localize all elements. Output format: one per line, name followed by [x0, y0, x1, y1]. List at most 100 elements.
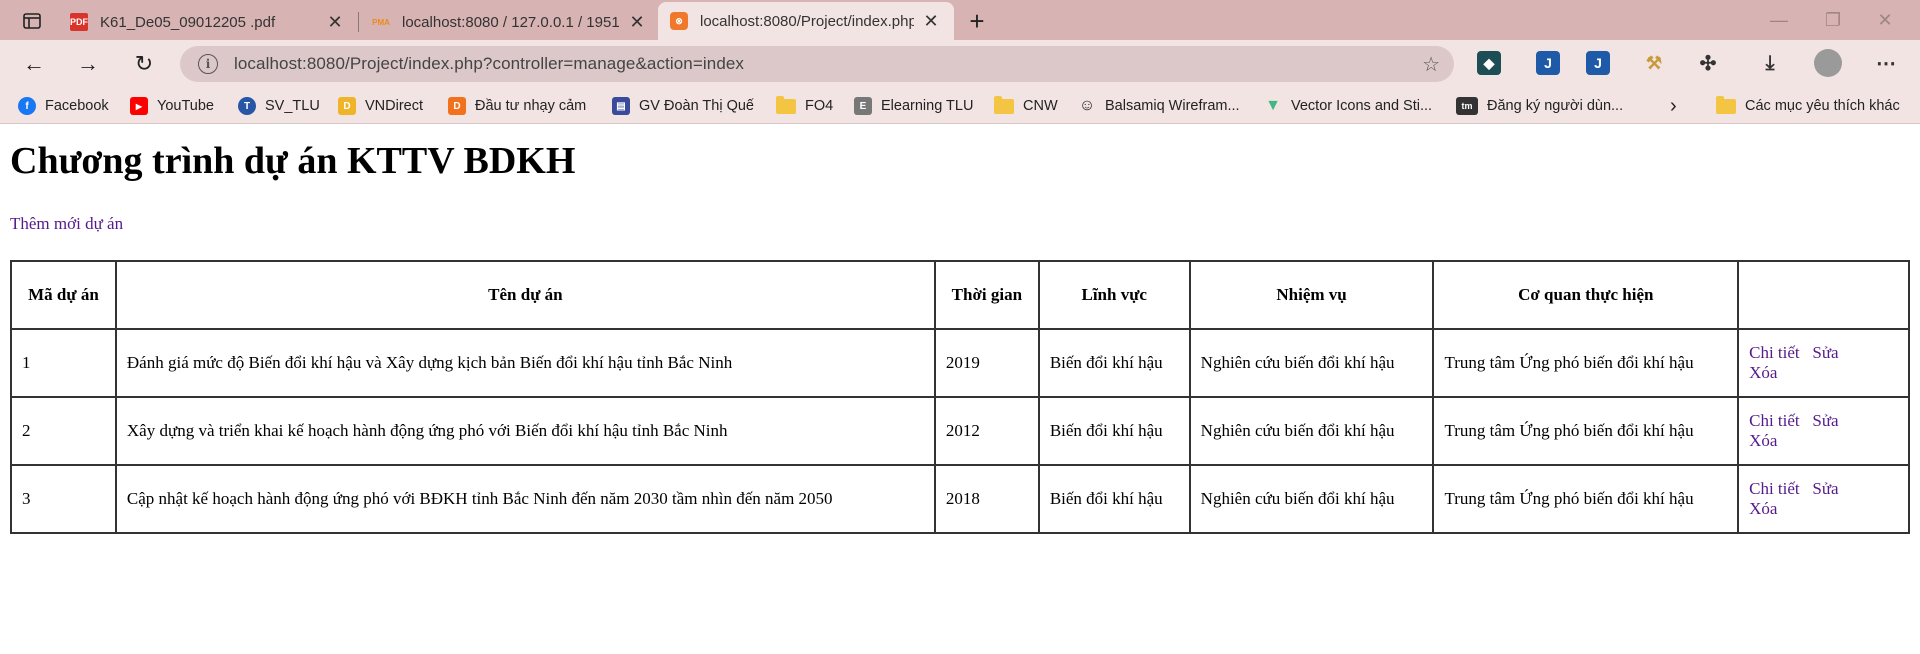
- header-name: Tên dự án: [114, 260, 936, 330]
- cell-actions: Chi tiết Sửa Xóa: [1737, 464, 1910, 534]
- info-icon[interactable]: i: [198, 54, 218, 74]
- tlu-icon: T: [238, 97, 256, 115]
- cell-field: Biến đổi khí hậu: [1037, 464, 1191, 534]
- detail-link[interactable]: Chi tiết: [1749, 343, 1800, 362]
- folder-icon: [776, 95, 796, 114]
- edit-link[interactable]: Sửa: [1812, 479, 1838, 498]
- bookmark-label: GV Đoàn Thị Quế: [639, 98, 754, 114]
- header-actions: [1737, 260, 1910, 330]
- close-icon[interactable]: ✕: [324, 11, 346, 33]
- back-button[interactable]: ←: [18, 48, 50, 80]
- cell-task: Nghiên cứu biến đổi khí hậu: [1188, 396, 1435, 466]
- extension-hammer-icon[interactable]: ⚒: [1642, 51, 1666, 75]
- cell-name: Xây dựng và triển khai kế hoạch hành độn…: [114, 396, 936, 466]
- downloads-icon[interactable]: ⤓: [1758, 51, 1782, 75]
- edit-link[interactable]: Sửa: [1812, 411, 1838, 430]
- cell-year: 2019: [933, 328, 1040, 398]
- delete-link[interactable]: Xóa: [1749, 431, 1777, 450]
- add-project-link[interactable]: Thêm mới dự án: [10, 214, 123, 234]
- bookmark-label: VNDirect: [365, 98, 424, 114]
- bookmark-balsamiq[interactable]: ☺ Balsamiq Wirefram...: [1078, 96, 1240, 116]
- bookmark-label: Facebook: [45, 98, 109, 114]
- address-url[interactable]: localhost:8080/Project/index.php?control…: [234, 54, 744, 74]
- bookmark-label: YouTube: [157, 98, 214, 114]
- xampp-icon: ⊗: [670, 12, 688, 30]
- folder-icon: [994, 95, 1014, 114]
- bookmark-gv-doan-thi-que[interactable]: ▤ GV Đoàn Thị Quế: [612, 96, 754, 116]
- bookmark-facebook[interactable]: f Facebook: [18, 96, 109, 116]
- minimize-button[interactable]: —: [1756, 6, 1802, 34]
- add-favorite-icon[interactable]: ☆: [1422, 52, 1440, 77]
- header-id: Mã dự án: [10, 260, 117, 330]
- bookmark-label: Elearning TLU: [881, 98, 974, 114]
- vndirect-icon: D: [338, 97, 356, 115]
- cell-field: Biến đổi khí hậu: [1037, 396, 1191, 466]
- delete-link[interactable]: Xóa: [1749, 499, 1777, 518]
- cell-agency: Trung tâm Ứng phó biến đổi khí hậu: [1432, 464, 1740, 534]
- tab-title: K61_De05_09012205 .pdf: [100, 13, 276, 31]
- tab-project[interactable]: ⊗ localhost:8080/Project/index.php ✕: [658, 2, 954, 40]
- cell-name: Đánh giá mức độ Biến đổi khí hậu và Xây …: [114, 328, 936, 398]
- edit-link[interactable]: Sửa: [1812, 343, 1838, 362]
- bookmark-page-icon: ▤: [612, 97, 630, 115]
- vector-icon: ▼: [1265, 97, 1281, 114]
- tab-phpmyadmin[interactable]: PMA localhost:8080 / 127.0.0.1 / 1951 ✕: [360, 4, 660, 40]
- address-bar[interactable]: i localhost:8080/Project/index.php?contr…: [180, 46, 1454, 82]
- bookmark-favorites-folder[interactable]: Các mục yêu thích khác: [1716, 95, 1900, 116]
- new-tab-button[interactable]: +: [962, 6, 992, 36]
- detail-link[interactable]: Chi tiết: [1749, 479, 1800, 498]
- bookmark-label: Balsamiq Wirefram...: [1105, 98, 1240, 114]
- extension-j-icon[interactable]: J: [1536, 51, 1560, 75]
- bookmark-elearning-tlu[interactable]: E Elearning TLU: [854, 96, 973, 116]
- bookmarks-bar: f Facebook ▶ YouTube T SV_TLU D VNDirect…: [0, 88, 1920, 124]
- dautu-icon: D: [448, 97, 466, 115]
- bookmark-cnw[interactable]: CNW: [994, 95, 1058, 116]
- forward-button[interactable]: →: [72, 48, 104, 80]
- cell-year: 2012: [933, 396, 1040, 466]
- bookmark-fo4[interactable]: FO4: [776, 95, 833, 116]
- profile-avatar[interactable]: [1814, 49, 1842, 77]
- bookmark-dang-ky[interactable]: tm Đăng ký người dùn...: [1456, 96, 1623, 116]
- table-row: 3 Cập nhật kế hoạch hành động ứng phó vớ…: [10, 464, 1910, 534]
- header-task: Nhiệm vụ: [1188, 260, 1435, 330]
- reload-button[interactable]: ↻: [128, 48, 160, 80]
- chevron-right-icon: ›: [1670, 94, 1677, 117]
- tab-pdf[interactable]: PDF K61_De05_09012205 .pdf ✕: [58, 4, 358, 40]
- extension-j-icon[interactable]: J: [1586, 51, 1610, 75]
- cell-task: Nghiên cứu biến đổi khí hậu: [1188, 328, 1435, 398]
- extensions-puzzle-icon[interactable]: ✣: [1696, 51, 1720, 75]
- page-content: Chương trình dự án KTTV BDKH Thêm mới dự…: [0, 125, 1920, 654]
- bookmarks-overflow-button[interactable]: ›: [1670, 94, 1677, 117]
- header-agency: Cơ quan thực hiện: [1432, 260, 1740, 330]
- extension-icon[interactable]: ◆: [1477, 51, 1501, 75]
- balsamiq-icon: ☺: [1078, 97, 1096, 114]
- cell-year: 2018: [933, 464, 1040, 534]
- detail-link[interactable]: Chi tiết: [1749, 411, 1800, 430]
- bookmark-sv-tlu[interactable]: T SV_TLU: [238, 96, 320, 116]
- pdf-icon: PDF: [70, 13, 88, 31]
- table-header-row: Mã dự án Tên dự án Thời gian Lĩnh vực Nh…: [10, 260, 1910, 330]
- cell-id: 1: [10, 328, 117, 398]
- cell-actions: Chi tiết Sửa Xóa: [1737, 396, 1910, 466]
- bookmark-vndirect[interactable]: D VNDirect: [338, 96, 423, 116]
- close-icon[interactable]: ✕: [626, 11, 648, 33]
- tab-actions-button[interactable]: [14, 8, 50, 34]
- bookmark-youtube[interactable]: ▶ YouTube: [130, 96, 214, 116]
- close-icon[interactable]: ✕: [920, 10, 942, 32]
- cell-name: Cập nhật kế hoạch hành động ứng phó với …: [114, 464, 936, 534]
- projects-table: Mã dự án Tên dự án Thời gian Lĩnh vực Nh…: [10, 260, 1910, 534]
- bookmark-label: CNW: [1023, 98, 1058, 114]
- more-menu-icon[interactable]: ⋯: [1874, 51, 1898, 75]
- reload-icon: ↻: [134, 51, 154, 76]
- bookmark-dau-tu[interactable]: D Đầu tư nhạy cảm: [448, 96, 586, 116]
- table-row: 1 Đánh giá mức độ Biến đổi khí hậu và Xâ…: [10, 328, 1910, 398]
- bookmark-label: SV_TLU: [265, 98, 320, 114]
- delete-link[interactable]: Xóa: [1749, 363, 1777, 382]
- navigation-bar: ← → ↻ i localhost:8080/Project/index.php…: [0, 40, 1920, 88]
- close-window-button[interactable]: ✕: [1862, 6, 1908, 34]
- cell-actions: Chi tiết Sửa Xóa: [1737, 328, 1910, 398]
- page-title: Chương trình dự án KTTV BDKH: [10, 140, 576, 182]
- bookmark-vector-icons[interactable]: ▼ Vector Icons and Sti...: [1264, 96, 1432, 116]
- restore-button[interactable]: ❐: [1810, 6, 1856, 34]
- bookmark-label: Đăng ký người dùn...: [1487, 98, 1624, 114]
